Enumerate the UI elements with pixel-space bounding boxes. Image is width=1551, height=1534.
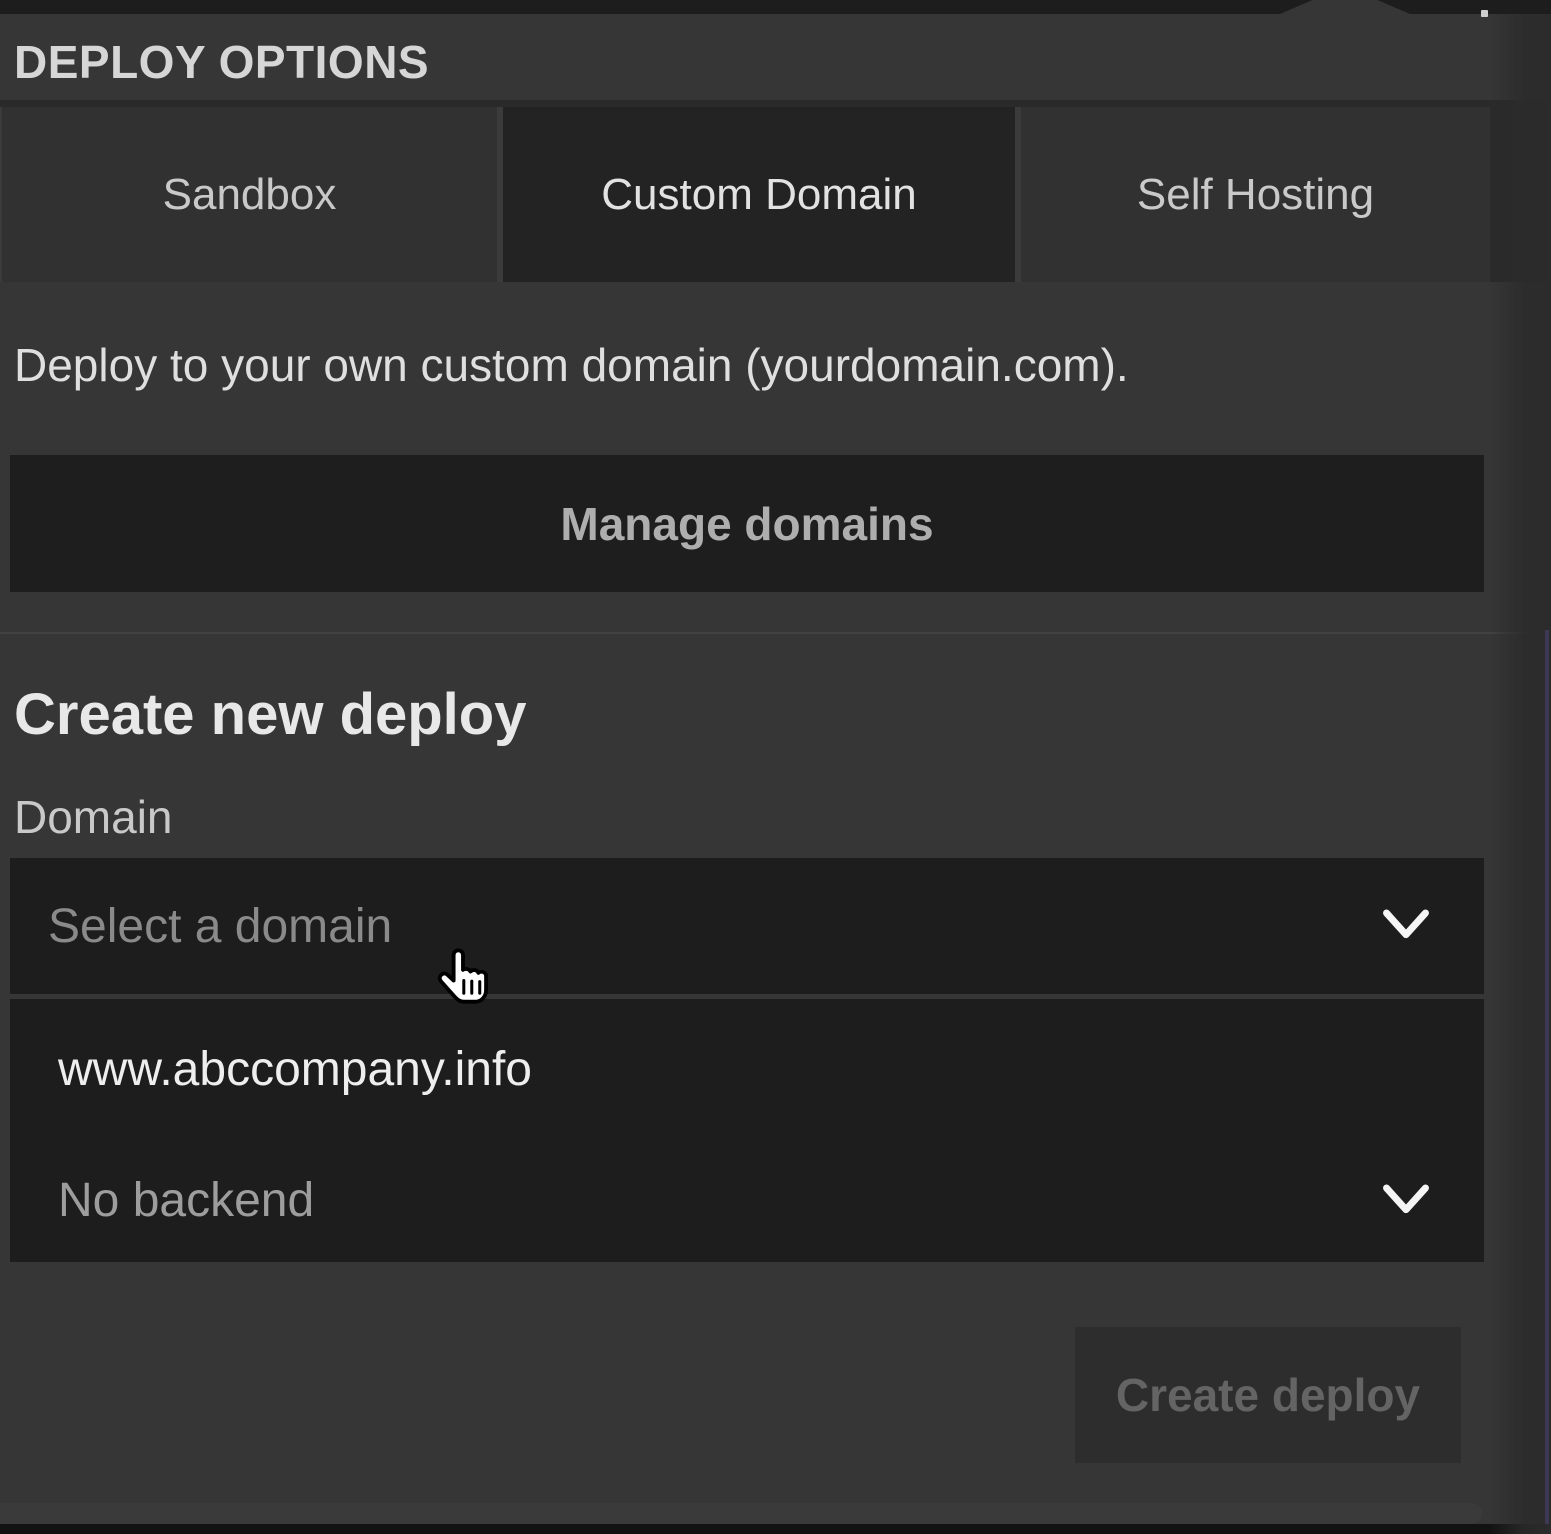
- custom-domain-description: Deploy to your own custom domain (yourdo…: [14, 338, 1484, 392]
- manage-domains-button[interactable]: Manage domains: [10, 455, 1484, 592]
- backend-select[interactable]: No backend: [10, 1139, 1484, 1262]
- backend-select-value: No backend: [58, 1173, 314, 1228]
- create-deploy-button[interactable]: Create deploy: [1075, 1327, 1461, 1463]
- domain-select[interactable]: Select a domain: [10, 858, 1484, 994]
- domain-dropdown-menu: www.abccompany.info No backend: [10, 999, 1484, 1262]
- tab-custom-domain[interactable]: Custom Domain: [503, 107, 1015, 282]
- tab-strip: Sandbox Custom Domain Self Hosting: [0, 107, 1490, 282]
- tab-sandbox-label: Sandbox: [163, 170, 337, 220]
- tab-self-hosting[interactable]: Self Hosting: [1021, 107, 1490, 282]
- top-backdrop-bar: [0, 0, 1551, 14]
- page-edge-purple-line: [1545, 630, 1549, 1524]
- top-right-dot: [1481, 10, 1488, 17]
- tab-self-hosting-label: Self Hosting: [1137, 170, 1374, 220]
- domain-select-placeholder: Select a domain: [48, 899, 392, 954]
- deploy-tabs: Sandbox Custom Domain Self Hosting: [0, 100, 1551, 282]
- tab-sandbox[interactable]: Sandbox: [2, 107, 497, 282]
- domain-option[interactable]: www.abccompany.info: [10, 999, 1484, 1139]
- tab-custom-domain-label: Custom Domain: [601, 170, 916, 220]
- chevron-down-icon: [1380, 906, 1432, 946]
- footer-edge-bar: [0, 1503, 1482, 1524]
- domain-option-label: www.abccompany.info: [58, 1042, 532, 1097]
- create-new-deploy-heading: Create new deploy: [14, 682, 526, 748]
- bottom-backdrop-bar: [0, 1524, 1551, 1534]
- chevron-down-icon: [1380, 1181, 1432, 1221]
- deploy-options-popover: DEPLOY OPTIONS Sandbox Custom Domain Sel…: [0, 0, 1551, 1534]
- domain-field-label: Domain: [14, 792, 173, 842]
- manage-domains-label: Manage domains: [560, 497, 933, 551]
- section-divider: [0, 632, 1528, 634]
- panel-title: DEPLOY OPTIONS: [14, 34, 429, 90]
- create-deploy-label: Create deploy: [1116, 1368, 1420, 1422]
- popover-arrow-notch-icon: [1280, 0, 1410, 14]
